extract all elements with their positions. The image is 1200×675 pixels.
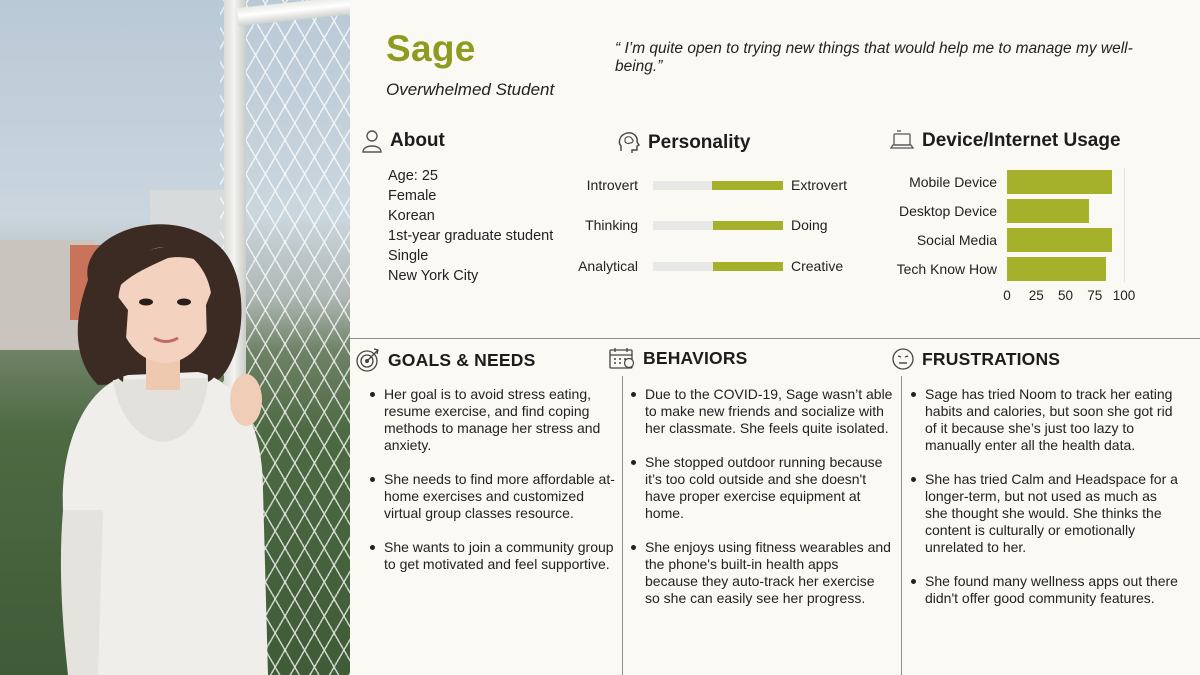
personality-title: Personality bbox=[648, 132, 751, 153]
person-icon bbox=[362, 130, 382, 153]
chart-bar bbox=[1007, 257, 1107, 281]
frustrations-title: FRUSTRATIONS bbox=[922, 348, 1061, 369]
frustrations-heading: FRUSTRATIONS bbox=[891, 347, 1060, 371]
frustration-item: Sage has tried Noom to track her eating … bbox=[911, 386, 1183, 454]
chart-tick-label: 75 bbox=[1087, 288, 1103, 303]
behavior-item: She enjoys using fitness wearables and t… bbox=[631, 539, 893, 607]
device-heading: Device/Internet Usage bbox=[889, 129, 1121, 153]
trait-slider bbox=[653, 181, 783, 190]
frustration-item: She has tried Calm and Headspace for a l… bbox=[911, 471, 1183, 556]
behaviors-title: BEHAVIORS bbox=[643, 347, 748, 368]
device-title: Device/Internet Usage bbox=[922, 130, 1121, 151]
chart-bar bbox=[1007, 199, 1089, 223]
chart-tick-label: 0 bbox=[1003, 288, 1011, 303]
chart-axis-line bbox=[1124, 168, 1125, 282]
behaviors-heading: BEHAVIORS bbox=[608, 346, 748, 370]
behavior-item: She stopped outdoor running because it’s… bbox=[631, 454, 893, 522]
chart-bar bbox=[1007, 170, 1113, 194]
about-title: About bbox=[390, 130, 445, 151]
persona-role: Overwhelmed Student bbox=[386, 80, 555, 99]
chart-tick-label: 100 bbox=[1112, 288, 1136, 303]
goals-list: Her goal is to avoid stress eating, resu… bbox=[370, 386, 615, 590]
calendar-icon bbox=[609, 348, 635, 369]
laptop-icon bbox=[889, 130, 915, 149]
target-icon bbox=[356, 348, 379, 372]
trait-slider bbox=[653, 262, 783, 271]
persona-photo bbox=[0, 0, 350, 675]
behavior-item: Due to the COVID-19, Sage wasn’t able to… bbox=[631, 386, 893, 437]
persona-quote: “ I’m quite open to trying new things th… bbox=[615, 40, 1133, 75]
trait-slider-fill bbox=[712, 262, 783, 271]
behaviors-list: Due to the COVID-19, Sage wasn’t able to… bbox=[631, 386, 893, 624]
personality-heading: Personality bbox=[617, 131, 750, 155]
trait-slider bbox=[653, 221, 783, 230]
trait-right-label: Creative bbox=[791, 258, 844, 274]
chart-category-label: Tech Know How bbox=[896, 261, 997, 277]
student-figure bbox=[60, 224, 268, 675]
frustration-item: She found many wellness apps out there d… bbox=[911, 573, 1183, 607]
goal-item: Her goal is to avoid stress eating, resu… bbox=[370, 386, 615, 454]
goals-heading: GOALS & NEEDS bbox=[355, 347, 535, 373]
column-divider bbox=[901, 376, 902, 675]
chart-tick-label: 50 bbox=[1057, 288, 1074, 303]
trait-right-label: Doing bbox=[791, 217, 828, 233]
trait-slider-fill bbox=[712, 221, 783, 230]
persona-name: Sage bbox=[386, 28, 476, 69]
goal-item: She wants to join a community group to g… bbox=[370, 539, 615, 573]
about-heading: About bbox=[361, 129, 445, 153]
column-divider bbox=[622, 376, 623, 675]
frustrations-list: Sage has tried Noom to track her eating … bbox=[911, 386, 1183, 624]
brain-head-icon bbox=[618, 132, 641, 153]
trait-left-label: Analytical bbox=[578, 258, 638, 274]
chart-category-label: Desktop Device bbox=[898, 203, 997, 219]
goal-item: She needs to find more affordable at-hom… bbox=[370, 471, 615, 522]
goals-title: GOALS & NEEDS bbox=[388, 349, 536, 370]
chart-bar bbox=[1007, 228, 1113, 252]
trait-right-label: Extrovert bbox=[791, 177, 848, 193]
chart-tick-label: 25 bbox=[1028, 288, 1044, 303]
section-divider bbox=[350, 338, 1200, 339]
trait-slider-fill bbox=[711, 181, 783, 190]
frown-face-icon bbox=[892, 348, 914, 370]
trait-left-label: Thinking bbox=[585, 217, 638, 233]
chart-category-label: Mobile Device bbox=[909, 174, 997, 190]
chart-category-label: Social Media bbox=[916, 232, 997, 248]
trait-left-label: Introvert bbox=[586, 177, 638, 193]
